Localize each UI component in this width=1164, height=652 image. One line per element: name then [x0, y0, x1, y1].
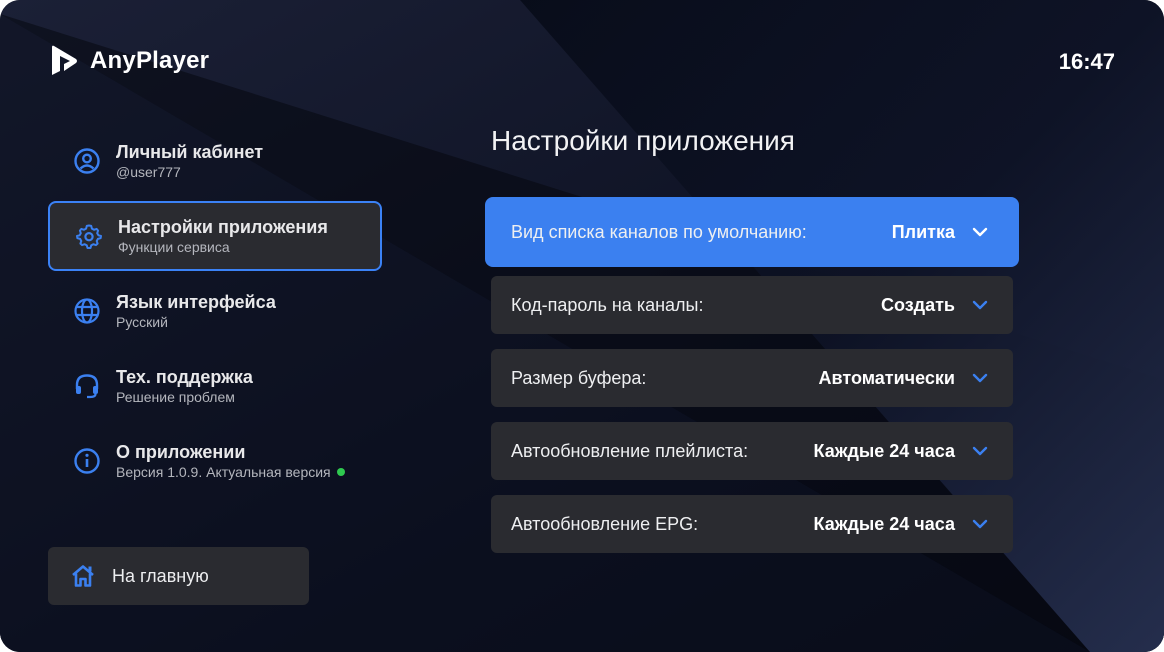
user-circle-icon — [72, 146, 102, 176]
home-icon — [72, 565, 94, 587]
sidebar-item-about[interactable]: О приложении Версия 1.0.9. Актуальная ве… — [48, 426, 382, 496]
sidebar-item-title: Личный кабинет — [116, 142, 264, 162]
version-text: Версия 1.0.9. Актуальная версия — [116, 464, 331, 480]
sidebar-item-app-settings[interactable]: Настройки приложения Функции сервиса — [48, 201, 382, 271]
setting-value: Создать — [880, 294, 955, 315]
globe-icon — [72, 296, 102, 326]
sidebar-item-subtitle-row: Версия 1.0.9. Актуальная версия — [116, 463, 345, 481]
setting-buffer-size[interactable]: Размер буфера: Автоматически — [491, 349, 1013, 407]
setting-value: Плитка — [891, 221, 955, 242]
home-button-label: На главную — [112, 565, 209, 586]
chevron-down-icon — [971, 442, 989, 460]
sidebar-item-subtitle: Функции сервиса — [118, 239, 230, 255]
sidebar-item-language[interactable]: Язык интерфейса Русский — [48, 276, 382, 346]
sidebar-item-title: Тех. поддержка — [116, 367, 253, 387]
sidebar: Личный кабинет @user777 Настройки прилож… — [48, 126, 382, 501]
chevron-down-icon — [971, 296, 989, 314]
sidebar-item-subtitle: @user777 — [116, 164, 181, 180]
clock: 16:47 — [1058, 49, 1115, 74]
setting-value: Каждые 24 часа — [813, 513, 955, 534]
sidebar-item-title: Настройки приложения — [118, 217, 328, 237]
setting-label: Размер буфера: — [511, 367, 647, 388]
sidebar-item-title: Язык интерфейса — [116, 292, 276, 312]
tv-screen: AnyPlayer 16:47 Личный кабинет @user777 … — [0, 0, 1164, 652]
setting-playlist-autoupdate[interactable]: Автообновление плейлиста: Каждые 24 часа — [491, 422, 1013, 480]
setting-epg-autoupdate[interactable]: Автообновление EPG: Каждые 24 часа — [491, 495, 1013, 553]
setting-label: Код-пароль на каналы: — [511, 294, 704, 315]
chevron-down-icon — [971, 223, 989, 241]
setting-label: Вид списка каналов по умолчанию: — [511, 221, 807, 242]
gear-icon — [74, 221, 104, 251]
headset-icon — [72, 371, 102, 401]
setting-channel-list-view[interactable]: Вид списка каналов по умолчанию: Плитка — [485, 197, 1019, 267]
setting-label: Автообновление EPG: — [511, 513, 699, 534]
status-dot — [336, 468, 345, 476]
app-name: AnyPlayer — [90, 47, 210, 74]
sidebar-item-subtitle: Решение проблем — [116, 389, 235, 405]
setting-value: Автоматически — [818, 367, 955, 388]
settings-list: Вид списка каналов по умолчанию: Плитка … — [485, 197, 1019, 568]
chevron-down-icon — [971, 515, 989, 533]
sidebar-item-account[interactable]: Личный кабинет @user777 — [48, 126, 382, 196]
chevron-down-icon — [971, 369, 989, 387]
app-logo: AnyPlayer — [48, 44, 209, 78]
sidebar-item-support[interactable]: Тех. поддержка Решение проблем — [48, 351, 382, 421]
page-title: Настройки приложения — [491, 125, 795, 156]
home-button[interactable]: На главную — [48, 547, 309, 605]
setting-label: Автообновление плейлиста: — [511, 440, 749, 461]
sidebar-item-subtitle: Русский — [116, 314, 168, 330]
sidebar-item-title: О приложении — [116, 442, 246, 462]
setting-channel-passcode[interactable]: Код-пароль на каналы: Создать — [491, 276, 1013, 334]
info-icon — [72, 446, 102, 476]
setting-value: Каждые 24 часа — [813, 440, 955, 461]
play-logo-icon — [52, 45, 77, 75]
